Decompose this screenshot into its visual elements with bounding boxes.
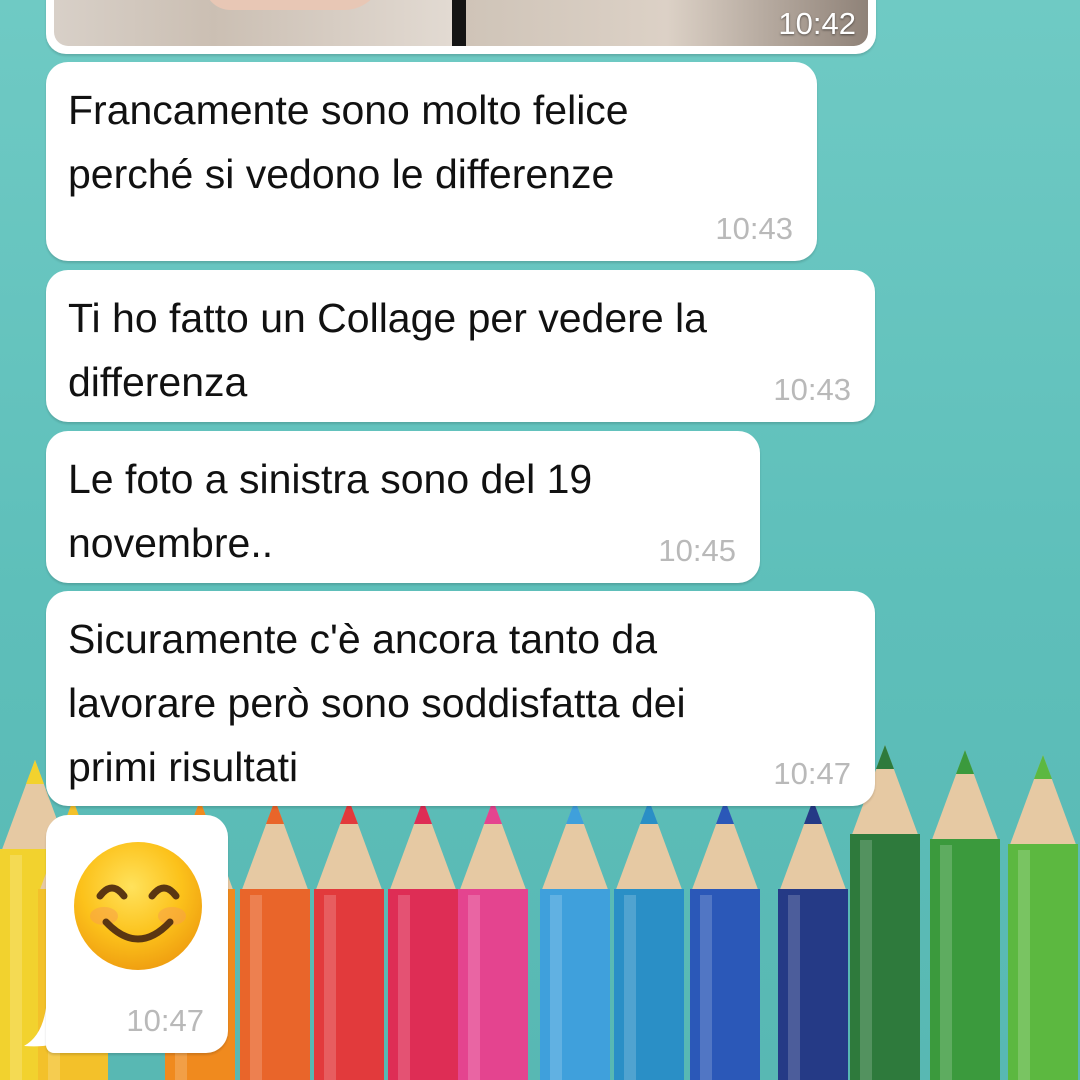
message-bubble[interactable]: Francamente sono molto felice perché si … bbox=[46, 62, 817, 261]
pencil bbox=[388, 800, 458, 1080]
pencil bbox=[1008, 755, 1078, 1080]
message-bubble[interactable]: Sicuramente c'è ancora tanto da lavorare… bbox=[46, 591, 875, 806]
photo-collage-message[interactable]: 10:42 bbox=[46, 0, 876, 54]
message-time: 10:47 bbox=[126, 1003, 204, 1038]
message-time: 10:42 bbox=[778, 6, 856, 41]
pencil bbox=[240, 800, 310, 1080]
smiling-face-icon bbox=[74, 842, 202, 970]
pencil bbox=[540, 800, 610, 1080]
pencil bbox=[614, 800, 684, 1080]
message-time: 10:43 bbox=[715, 211, 793, 246]
pencil bbox=[458, 800, 528, 1080]
message-time: 10:45 bbox=[658, 533, 736, 568]
pencil bbox=[690, 800, 760, 1080]
message-time: 10:47 bbox=[773, 756, 851, 791]
message-text: Francamente sono molto felice perché si … bbox=[68, 87, 629, 197]
pencil bbox=[314, 800, 384, 1080]
pencil bbox=[778, 800, 848, 1080]
message-time: 10:43 bbox=[773, 372, 851, 407]
message-bubble[interactable]: Le foto a sinistra sono del 19 novembre.… bbox=[46, 431, 760, 583]
message-text: Ti ho fatto un Collage per vedere la dif… bbox=[68, 295, 707, 405]
pencil bbox=[930, 750, 1000, 1080]
message-text: Le foto a sinistra sono del 19 novembre.… bbox=[68, 456, 593, 566]
message-bubble[interactable]: Ti ho fatto un Collage per vedere la dif… bbox=[46, 270, 875, 422]
message-text: Sicuramente c'è ancora tanto da lavorare… bbox=[68, 616, 686, 790]
photo-before bbox=[54, 0, 452, 46]
